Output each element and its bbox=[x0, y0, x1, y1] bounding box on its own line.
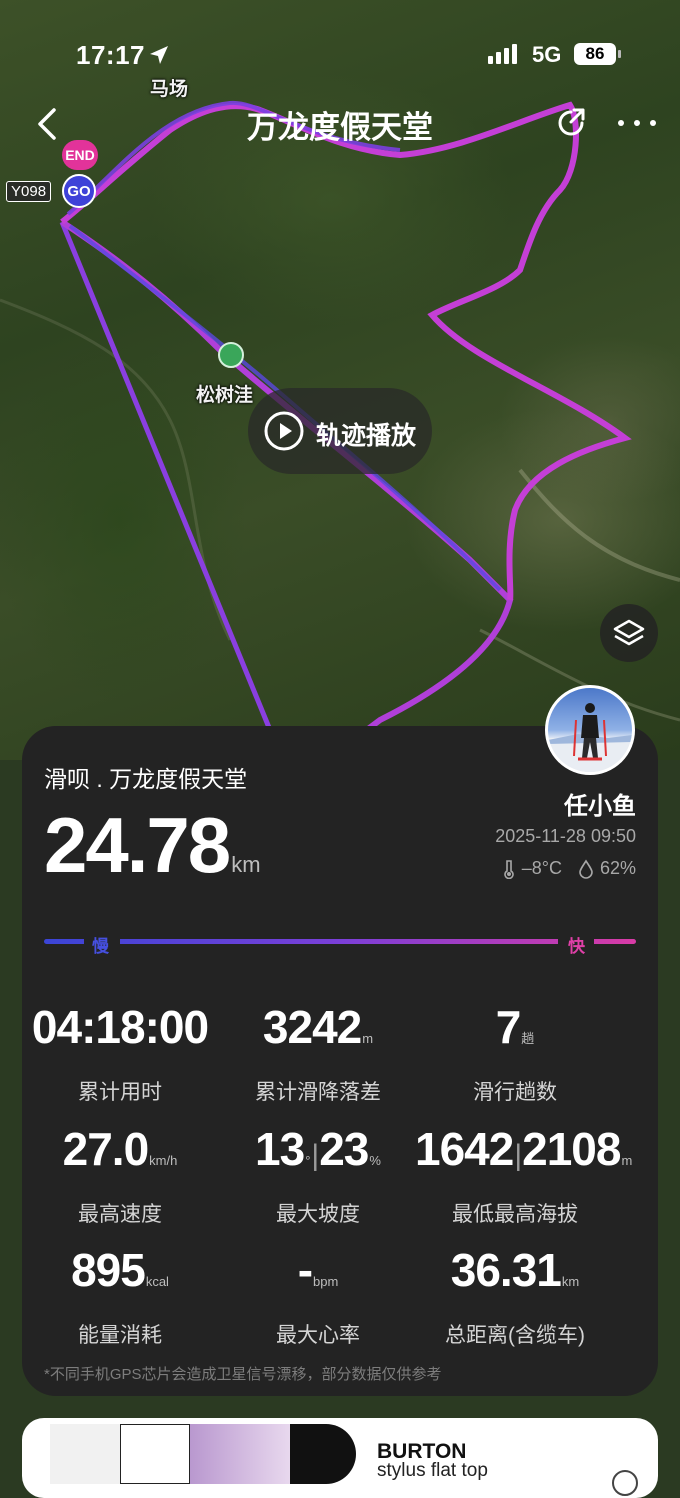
stat-total-time-label: 累计用时 bbox=[78, 1081, 162, 1104]
stat-runs-value: 7 bbox=[495, 1001, 522, 1053]
stat-max-speed-unit: km/h bbox=[149, 1153, 178, 1168]
road-tag: Y098 bbox=[6, 181, 52, 202]
stat-total-distance-value: 36.31 bbox=[450, 1244, 562, 1296]
stat-total-time: 04:18:00 累计用时 bbox=[20, 1004, 220, 1106]
stat-heart-rate-value: - bbox=[297, 1244, 313, 1296]
stat-total-distance-label: 总距离(含缆车) bbox=[445, 1324, 585, 1347]
speed-legend-slow: 慢 bbox=[92, 937, 109, 956]
stat-heart-rate: -bpm 最大心率 bbox=[218, 1247, 418, 1349]
map-layers-button[interactable] bbox=[600, 604, 658, 662]
stat-max-slope: 13°|23% 最大坡度 bbox=[218, 1126, 418, 1228]
ad-product-image-dark bbox=[290, 1424, 356, 1484]
resort-name: 滑呗 . 万龙度假天堂 bbox=[44, 766, 248, 792]
go-pin[interactable]: GO bbox=[62, 174, 96, 208]
status-bar: 17:17 5G 86 bbox=[0, 0, 680, 100]
cellular-signal-icon bbox=[488, 44, 517, 64]
network-type: 5G bbox=[532, 42, 562, 67]
stat-total-distance: 36.31km 总距离(含缆车) bbox=[415, 1247, 615, 1349]
stat-runs-unit: 趟 bbox=[521, 1031, 535, 1046]
battery-tip bbox=[618, 50, 621, 58]
stat-total-distance-unit: km bbox=[561, 1274, 580, 1289]
more-icon[interactable] bbox=[612, 104, 662, 142]
weather-info: –8°C 62% bbox=[502, 858, 636, 879]
ski-distance-unit: km bbox=[231, 852, 261, 877]
track-playback-button[interactable]: 轨迹播放 bbox=[248, 388, 432, 474]
avatar-skier-image bbox=[548, 703, 632, 772]
temperature: –8°C bbox=[521, 858, 562, 878]
stat-heart-rate-label: 最大心率 bbox=[276, 1324, 360, 1347]
stat-total-drop-unit: m bbox=[362, 1031, 374, 1046]
ad-product-image-logo bbox=[120, 1424, 190, 1484]
speed-legend: 慢 快 bbox=[44, 928, 636, 956]
stat-total-drop-label: 累计滑降落差 bbox=[255, 1081, 381, 1104]
ad-info-icon[interactable] bbox=[612, 1470, 638, 1496]
map-label-songshuwa: 松树洼 bbox=[196, 385, 254, 406]
gps-disclaimer: *不同手机GPS芯片会造成卫星信号漂移，部分数据仅供参考 bbox=[44, 1366, 442, 1383]
stat-max-slope-percent-unit: % bbox=[369, 1153, 381, 1168]
location-arrow-icon bbox=[150, 46, 168, 64]
stat-runs-label: 滑行趟数 bbox=[473, 1081, 557, 1104]
ad-product-image-board bbox=[50, 1424, 120, 1484]
stat-altitude-unit: m bbox=[621, 1153, 633, 1168]
stat-max-slope-degrees-unit: ° bbox=[305, 1153, 311, 1168]
stat-max-speed-label: 最高速度 bbox=[78, 1203, 162, 1226]
username[interactable]: 任小鱼 bbox=[564, 786, 636, 821]
stat-max-slope-percent: 23 bbox=[319, 1123, 369, 1175]
stat-altitude-min: 1642 bbox=[415, 1123, 514, 1175]
session-datetime: 2025-11-28 09:50 bbox=[495, 826, 636, 846]
stat-separator: | bbox=[311, 1139, 319, 1172]
stat-max-slope-degrees: 13 bbox=[255, 1123, 305, 1175]
stat-energy-unit: kcal bbox=[145, 1274, 169, 1289]
ad-product-name: stylus flat top bbox=[377, 1460, 488, 1481]
stat-max-speed-value: 27.0 bbox=[62, 1123, 150, 1175]
stat-energy: 895kcal 能量消耗 bbox=[20, 1247, 220, 1349]
ski-distance-value: 24.78 bbox=[44, 801, 231, 889]
stat-max-speed: 27.0km/h 最高速度 bbox=[20, 1126, 220, 1228]
thermometer-icon bbox=[504, 859, 514, 879]
stat-altitude-max: 2108 bbox=[522, 1123, 621, 1175]
play-icon bbox=[264, 411, 304, 451]
stat-energy-label: 能量消耗 bbox=[78, 1324, 162, 1347]
stat-total-drop: 3242m 累计滑降落差 bbox=[218, 1004, 418, 1106]
ad-banner[interactable]: BURTON stylus flat top bbox=[22, 1418, 658, 1498]
speed-gradient-bar bbox=[44, 939, 636, 944]
humidity-drop-icon bbox=[579, 859, 593, 879]
stat-altitude-label: 最低最高海拔 bbox=[452, 1203, 578, 1226]
poi-pin-icon[interactable] bbox=[218, 342, 244, 368]
speed-legend-fast: 快 bbox=[568, 937, 585, 956]
track-playback-label: 轨迹播放 bbox=[316, 422, 417, 450]
stat-energy-value: 895 bbox=[71, 1244, 146, 1296]
ski-distance: 24.78km bbox=[44, 806, 261, 884]
humidity: 62% bbox=[599, 858, 636, 878]
share-icon[interactable] bbox=[552, 104, 590, 142]
stat-altitude: 1642|2108m 最低最高海拔 bbox=[415, 1123, 632, 1228]
stat-runs: 7趟 滑行趟数 bbox=[415, 1004, 615, 1106]
stat-total-time-value: 04:18:00 bbox=[31, 1001, 209, 1053]
stat-max-slope-label: 最大坡度 bbox=[276, 1203, 360, 1226]
stat-separator: | bbox=[514, 1139, 522, 1172]
stat-heart-rate-unit: bpm bbox=[313, 1274, 339, 1289]
battery-icon: 86 bbox=[574, 43, 616, 65]
status-time: 17:17 bbox=[76, 40, 145, 70]
layers-icon bbox=[613, 619, 645, 646]
ad-product-image-graphic bbox=[190, 1424, 290, 1484]
stat-total-drop-value: 3242 bbox=[262, 1001, 362, 1053]
avatar[interactable] bbox=[545, 685, 635, 775]
